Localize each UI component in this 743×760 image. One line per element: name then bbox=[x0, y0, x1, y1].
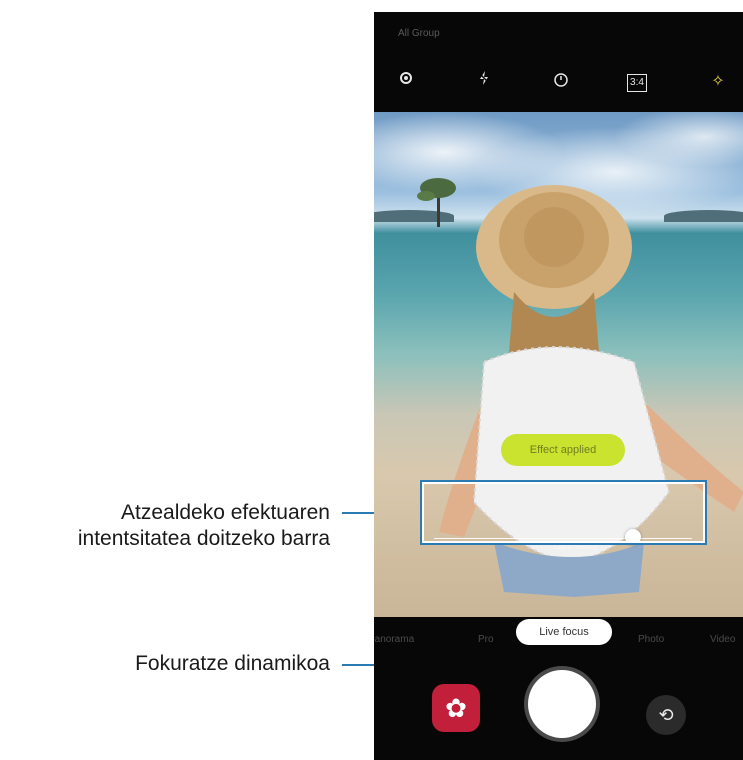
bixby-vision-icon[interactable]: ✿ bbox=[432, 684, 480, 732]
slider-highlight-box bbox=[420, 480, 707, 545]
slider-callout: Atzealdeko efektuaren intentsitatea doit… bbox=[0, 500, 330, 552]
mode-live-focus[interactable]: Live focus bbox=[516, 619, 612, 645]
slider-callout-line2: intentsitatea doitzeko barra bbox=[77, 527, 330, 550]
camera-screen: All Group 3:4 ✧ Effect applied Light Str… bbox=[374, 12, 743, 760]
timer-off-icon[interactable] bbox=[549, 70, 573, 94]
status-bar: All Group bbox=[398, 28, 440, 39]
aspect-ratio-icon[interactable]: 3:4 bbox=[627, 74, 647, 92]
mode-video[interactable]: Video bbox=[710, 634, 735, 645]
slider-callout-line1: Atzealdeko efektuaren bbox=[121, 501, 330, 524]
shutter-button-icon[interactable] bbox=[528, 670, 596, 738]
flash-off-icon[interactable] bbox=[472, 70, 496, 94]
effect-applied-badge: Effect applied bbox=[501, 434, 625, 466]
focus-callout: Fokuratze dinamikoa bbox=[135, 652, 330, 675]
mode-panorama[interactable]: Panorama bbox=[374, 634, 414, 645]
sparkle-icon[interactable]: ✧ bbox=[706, 70, 730, 94]
switch-camera-icon[interactable]: ⟲ bbox=[646, 695, 686, 735]
mode-photo[interactable]: Photo bbox=[638, 634, 664, 645]
camera-top-toolbar: 3:4 ✧ bbox=[374, 64, 743, 104]
mode-pro[interactable]: Pro bbox=[478, 634, 494, 645]
gear-icon[interactable] bbox=[394, 70, 418, 94]
